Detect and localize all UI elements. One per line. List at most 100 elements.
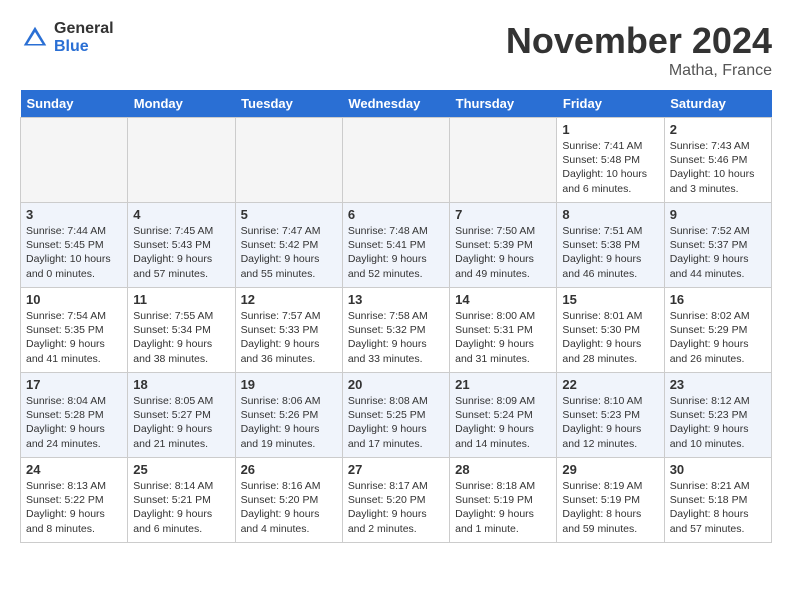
calendar-cell: 30Sunrise: 8:21 AM Sunset: 5:18 PM Dayli… (664, 458, 771, 543)
logo-text: General Blue (54, 20, 114, 55)
calendar-cell: 17 Sunrise: 8:04 AM Sunset: 5:28 PM Dayli… (21, 373, 128, 458)
day-info: Sunrise: 8:01 AM Sunset: 5:30 PM Dayligh… (562, 309, 658, 366)
day-number: 29 (562, 462, 658, 477)
weekday-header-row: SundayMondayTuesdayWednesdayThursdayFrid… (21, 90, 772, 118)
day-number: 6 (348, 207, 444, 222)
logo-icon (20, 23, 50, 53)
day-number: 8 (562, 207, 658, 222)
day-number: 13 (348, 292, 444, 307)
weekday-header-tuesday: Tuesday (235, 90, 342, 118)
day-number: 10 (26, 292, 122, 307)
weekday-header-sunday: Sunday (21, 90, 128, 118)
day-info: Sunrise: 8:00 AM Sunset: 5:31 PM Dayligh… (455, 309, 551, 366)
day-info: Sunrise: 8:14 AM Sunset: 5:21 PM Dayligh… (133, 479, 229, 536)
weekday-header-friday: Friday (557, 90, 664, 118)
week-row-1: 1Sunrise: 7:41 AM Sunset: 5:48 PM Daylig… (21, 118, 772, 203)
calendar-cell (342, 118, 449, 203)
day-info: Sunrise: 8:12 AM Sunset: 5:23 PM Dayligh… (670, 394, 766, 451)
calendar-cell: 23 Sunrise: 8:12 AM Sunset: 5:23 PM Dayli… (664, 373, 771, 458)
calendar-cell: 1Sunrise: 7:41 AM Sunset: 5:48 PM Daylig… (557, 118, 664, 203)
day-info: Sunrise: 7:48 AM Sunset: 5:41 PM Dayligh… (348, 224, 444, 281)
day-number: 7 (455, 207, 551, 222)
day-info: Sunrise: 7:45 AM Sunset: 5:43 PM Dayligh… (133, 224, 229, 281)
calendar-table: SundayMondayTuesdayWednesdayThursdayFrid… (20, 90, 772, 543)
day-info: Sunrise: 8:17 AM Sunset: 5:20 PM Dayligh… (348, 479, 444, 536)
day-info: Sunrise: 8:19 AM Sunset: 5:19 PM Dayligh… (562, 479, 658, 536)
calendar-cell: 21 Sunrise: 8:09 AM Sunset: 5:24 PM Dayli… (450, 373, 557, 458)
title-area: November 2024 Matha, France (506, 20, 772, 80)
day-info: Sunrise: 7:58 AM Sunset: 5:32 PM Dayligh… (348, 309, 444, 366)
day-info: Sunrise: 7:52 AM Sunset: 5:37 PM Dayligh… (670, 224, 766, 281)
calendar-cell: 14 Sunrise: 8:00 AM Sunset: 5:31 PM Dayli… (450, 288, 557, 373)
logo-blue-text: Blue (54, 38, 114, 56)
day-number: 28 (455, 462, 551, 477)
day-number: 11 (133, 292, 229, 307)
calendar-cell (128, 118, 235, 203)
week-row-3: 10Sunrise: 7:54 AM Sunset: 5:35 PM Dayli… (21, 288, 772, 373)
calendar-cell: 3 Sunrise: 7:44 AM Sunset: 5:45 PM Daylig… (21, 203, 128, 288)
day-number: 5 (241, 207, 337, 222)
day-info: Sunrise: 8:16 AM Sunset: 5:20 PM Dayligh… (241, 479, 337, 536)
calendar-cell: 28 Sunrise: 8:18 AM Sunset: 5:19 PM Dayli… (450, 458, 557, 543)
calendar-cell (21, 118, 128, 203)
day-number: 3 (26, 207, 122, 222)
calendar-cell: 10Sunrise: 7:54 AM Sunset: 5:35 PM Dayli… (21, 288, 128, 373)
day-number: 18 (133, 377, 229, 392)
day-number: 4 (133, 207, 229, 222)
calendar-cell: 22Sunrise: 8:10 AM Sunset: 5:23 PM Dayli… (557, 373, 664, 458)
weekday-header-wednesday: Wednesday (342, 90, 449, 118)
calendar-cell: 8 Sunrise: 7:51 AM Sunset: 5:38 PM Daylig… (557, 203, 664, 288)
day-number: 22 (562, 377, 658, 392)
calendar-cell: 13 Sunrise: 7:58 AM Sunset: 5:32 PM Dayli… (342, 288, 449, 373)
day-info: Sunrise: 7:44 AM Sunset: 5:45 PM Dayligh… (26, 224, 122, 281)
weekday-header-monday: Monday (128, 90, 235, 118)
day-number: 17 (26, 377, 122, 392)
day-number: 20 (348, 377, 444, 392)
day-number: 12 (241, 292, 337, 307)
day-number: 14 (455, 292, 551, 307)
day-info: Sunrise: 7:47 AM Sunset: 5:42 PM Dayligh… (241, 224, 337, 281)
calendar-cell: 11Sunrise: 7:55 AM Sunset: 5:34 PM Dayli… (128, 288, 235, 373)
day-number: 30 (670, 462, 766, 477)
header: General Blue November 2024 Matha, France (20, 20, 772, 80)
calendar-cell: 9Sunrise: 7:52 AM Sunset: 5:37 PM Daylig… (664, 203, 771, 288)
day-info: Sunrise: 7:51 AM Sunset: 5:38 PM Dayligh… (562, 224, 658, 281)
calendar-cell: 19 Sunrise: 8:06 AM Sunset: 5:26 PM Dayli… (235, 373, 342, 458)
day-info: Sunrise: 8:09 AM Sunset: 5:24 PM Dayligh… (455, 394, 551, 451)
day-number: 26 (241, 462, 337, 477)
logo-general-text: General (54, 20, 114, 38)
day-info: Sunrise: 8:04 AM Sunset: 5:28 PM Dayligh… (26, 394, 122, 451)
day-info: Sunrise: 8:13 AM Sunset: 5:22 PM Dayligh… (26, 479, 122, 536)
month-title: November 2024 (506, 20, 772, 62)
calendar-cell: 15 Sunrise: 8:01 AM Sunset: 5:30 PM Dayli… (557, 288, 664, 373)
day-number: 19 (241, 377, 337, 392)
calendar-cell: 2Sunrise: 7:43 AM Sunset: 5:46 PM Daylig… (664, 118, 771, 203)
day-info: Sunrise: 8:08 AM Sunset: 5:25 PM Dayligh… (348, 394, 444, 451)
day-number: 27 (348, 462, 444, 477)
day-number: 25 (133, 462, 229, 477)
day-number: 24 (26, 462, 122, 477)
calendar-cell: 16 Sunrise: 8:02 AM Sunset: 5:29 PM Dayli… (664, 288, 771, 373)
day-number: 21 (455, 377, 551, 392)
day-number: 23 (670, 377, 766, 392)
day-number: 16 (670, 292, 766, 307)
day-info: Sunrise: 8:06 AM Sunset: 5:26 PM Dayligh… (241, 394, 337, 451)
day-number: 2 (670, 122, 766, 137)
week-row-2: 3 Sunrise: 7:44 AM Sunset: 5:45 PM Daylig… (21, 203, 772, 288)
calendar-cell: 27 Sunrise: 8:17 AM Sunset: 5:20 PM Dayli… (342, 458, 449, 543)
calendar-cell: 24 Sunrise: 8:13 AM Sunset: 5:22 PM Dayli… (21, 458, 128, 543)
calendar-cell: 18Sunrise: 8:05 AM Sunset: 5:27 PM Dayli… (128, 373, 235, 458)
logo: General Blue (20, 20, 114, 55)
day-info: Sunrise: 7:41 AM Sunset: 5:48 PM Dayligh… (562, 139, 658, 196)
day-info: Sunrise: 8:18 AM Sunset: 5:19 PM Dayligh… (455, 479, 551, 536)
calendar-cell (235, 118, 342, 203)
day-number: 15 (562, 292, 658, 307)
weekday-header-thursday: Thursday (450, 90, 557, 118)
day-info: Sunrise: 8:02 AM Sunset: 5:29 PM Dayligh… (670, 309, 766, 366)
weekday-header-saturday: Saturday (664, 90, 771, 118)
location: Matha, France (506, 62, 772, 80)
week-row-5: 24 Sunrise: 8:13 AM Sunset: 5:22 PM Dayli… (21, 458, 772, 543)
calendar-cell: 7Sunrise: 7:50 AM Sunset: 5:39 PM Daylig… (450, 203, 557, 288)
day-info: Sunrise: 7:57 AM Sunset: 5:33 PM Dayligh… (241, 309, 337, 366)
calendar-cell: 25 Sunrise: 8:14 AM Sunset: 5:21 PM Dayli… (128, 458, 235, 543)
